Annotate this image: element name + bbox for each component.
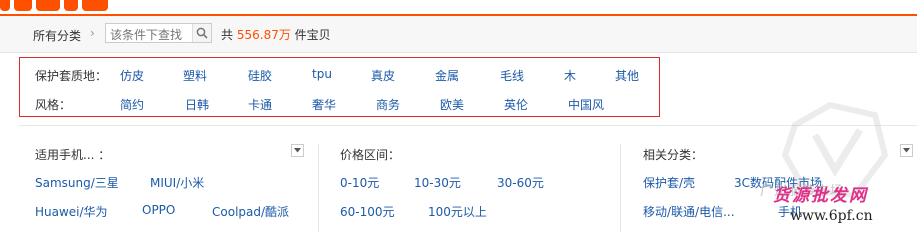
search-icon xyxy=(196,27,208,39)
phone-model-link[interactable]: MIUI/小米 xyxy=(150,174,204,191)
related-category-link[interactable]: 移动/联通/电信... xyxy=(643,203,735,220)
style-option[interactable]: 卡通 xyxy=(248,96,272,113)
phone-model-dropdown[interactable] xyxy=(291,144,304,157)
phone-model-link[interactable]: OPPO xyxy=(142,203,175,217)
phone-model-link[interactable]: Coolpad/酷派 xyxy=(212,203,289,220)
count-value: 556.87万 xyxy=(236,28,291,42)
filter-label-style: 风格： xyxy=(35,98,72,112)
column-divider xyxy=(318,144,319,232)
style-option[interactable]: 简约 xyxy=(120,96,144,113)
material-option[interactable]: 金属 xyxy=(435,67,459,84)
material-option[interactable]: 真皮 xyxy=(371,67,395,84)
style-option[interactable]: 英伦 xyxy=(504,96,528,113)
material-option[interactable]: 毛线 xyxy=(500,67,524,84)
style-option[interactable]: 欧美 xyxy=(440,96,464,113)
style-option[interactable]: 奢华 xyxy=(312,96,336,113)
filter-row-material: 保护套质地： 仿皮 塑料 硅胶 tpu 真皮 金属 毛线 木 其他 xyxy=(20,64,659,86)
price-range-link[interactable]: 30-60元 xyxy=(497,174,544,191)
search-field xyxy=(105,23,212,44)
phone-model-link[interactable]: Huawei/华为 xyxy=(35,203,108,220)
price-range-link[interactable]: 100元以上 xyxy=(428,203,487,220)
filter-row-style: 风格： 简约 日韩 卡通 奢华 商务 欧美 英伦 中国风 xyxy=(20,93,659,115)
count-prefix: 共 xyxy=(221,28,234,42)
material-option[interactable]: 塑料 xyxy=(183,67,207,84)
breadcrumb: 所有分类 › 共 556.87万 件宝贝 xyxy=(0,16,917,53)
style-option[interactable]: 中国风 xyxy=(568,96,604,113)
chevron-down-icon xyxy=(294,148,301,153)
column-divider xyxy=(620,144,621,232)
material-option[interactable]: 其他 xyxy=(615,67,639,84)
search-button[interactable] xyxy=(192,24,211,42)
material-option[interactable]: 仿皮 xyxy=(120,67,144,84)
logo-fragment xyxy=(0,0,120,12)
count-suffix: 件宝贝 xyxy=(294,28,331,42)
related-category-label: 相关分类： xyxy=(643,148,704,162)
result-count: 共 556.87万 件宝贝 xyxy=(221,26,331,43)
attribute-filter-panel: 保护套质地： 仿皮 塑料 硅胶 tpu 真皮 金属 毛线 木 其他 风格： 简约… xyxy=(19,57,660,117)
price-range-label: 价格区间： xyxy=(340,148,401,162)
all-categories-link[interactable]: 所有分类 xyxy=(33,27,81,44)
price-range-link[interactable]: 0-10元 xyxy=(340,174,379,191)
price-range-link[interactable]: 60-100元 xyxy=(340,203,395,220)
watermark-title: 货源批发网 xyxy=(773,186,868,206)
top-header-bar xyxy=(0,0,917,16)
chevron-right-icon: › xyxy=(90,26,95,40)
watermark-url: www.6pf.cn xyxy=(790,208,873,224)
filter-label-material: 保护套质地： xyxy=(35,69,108,83)
style-option[interactable]: 日韩 xyxy=(185,96,209,113)
material-option[interactable]: 硅胶 xyxy=(248,67,272,84)
chevron-down-icon xyxy=(903,148,910,153)
search-input[interactable] xyxy=(106,26,196,44)
material-option[interactable]: 木 xyxy=(564,67,576,84)
phone-model-link[interactable]: Samsung/三星 xyxy=(35,174,119,191)
related-category-link[interactable]: 保护套/壳 xyxy=(643,174,695,191)
phone-model-label: 适用手机... ： xyxy=(35,148,111,162)
style-option[interactable]: 商务 xyxy=(376,96,400,113)
price-range-link[interactable]: 10-30元 xyxy=(414,174,461,191)
related-category-dropdown[interactable] xyxy=(900,144,913,157)
material-option[interactable]: tpu xyxy=(312,67,332,81)
